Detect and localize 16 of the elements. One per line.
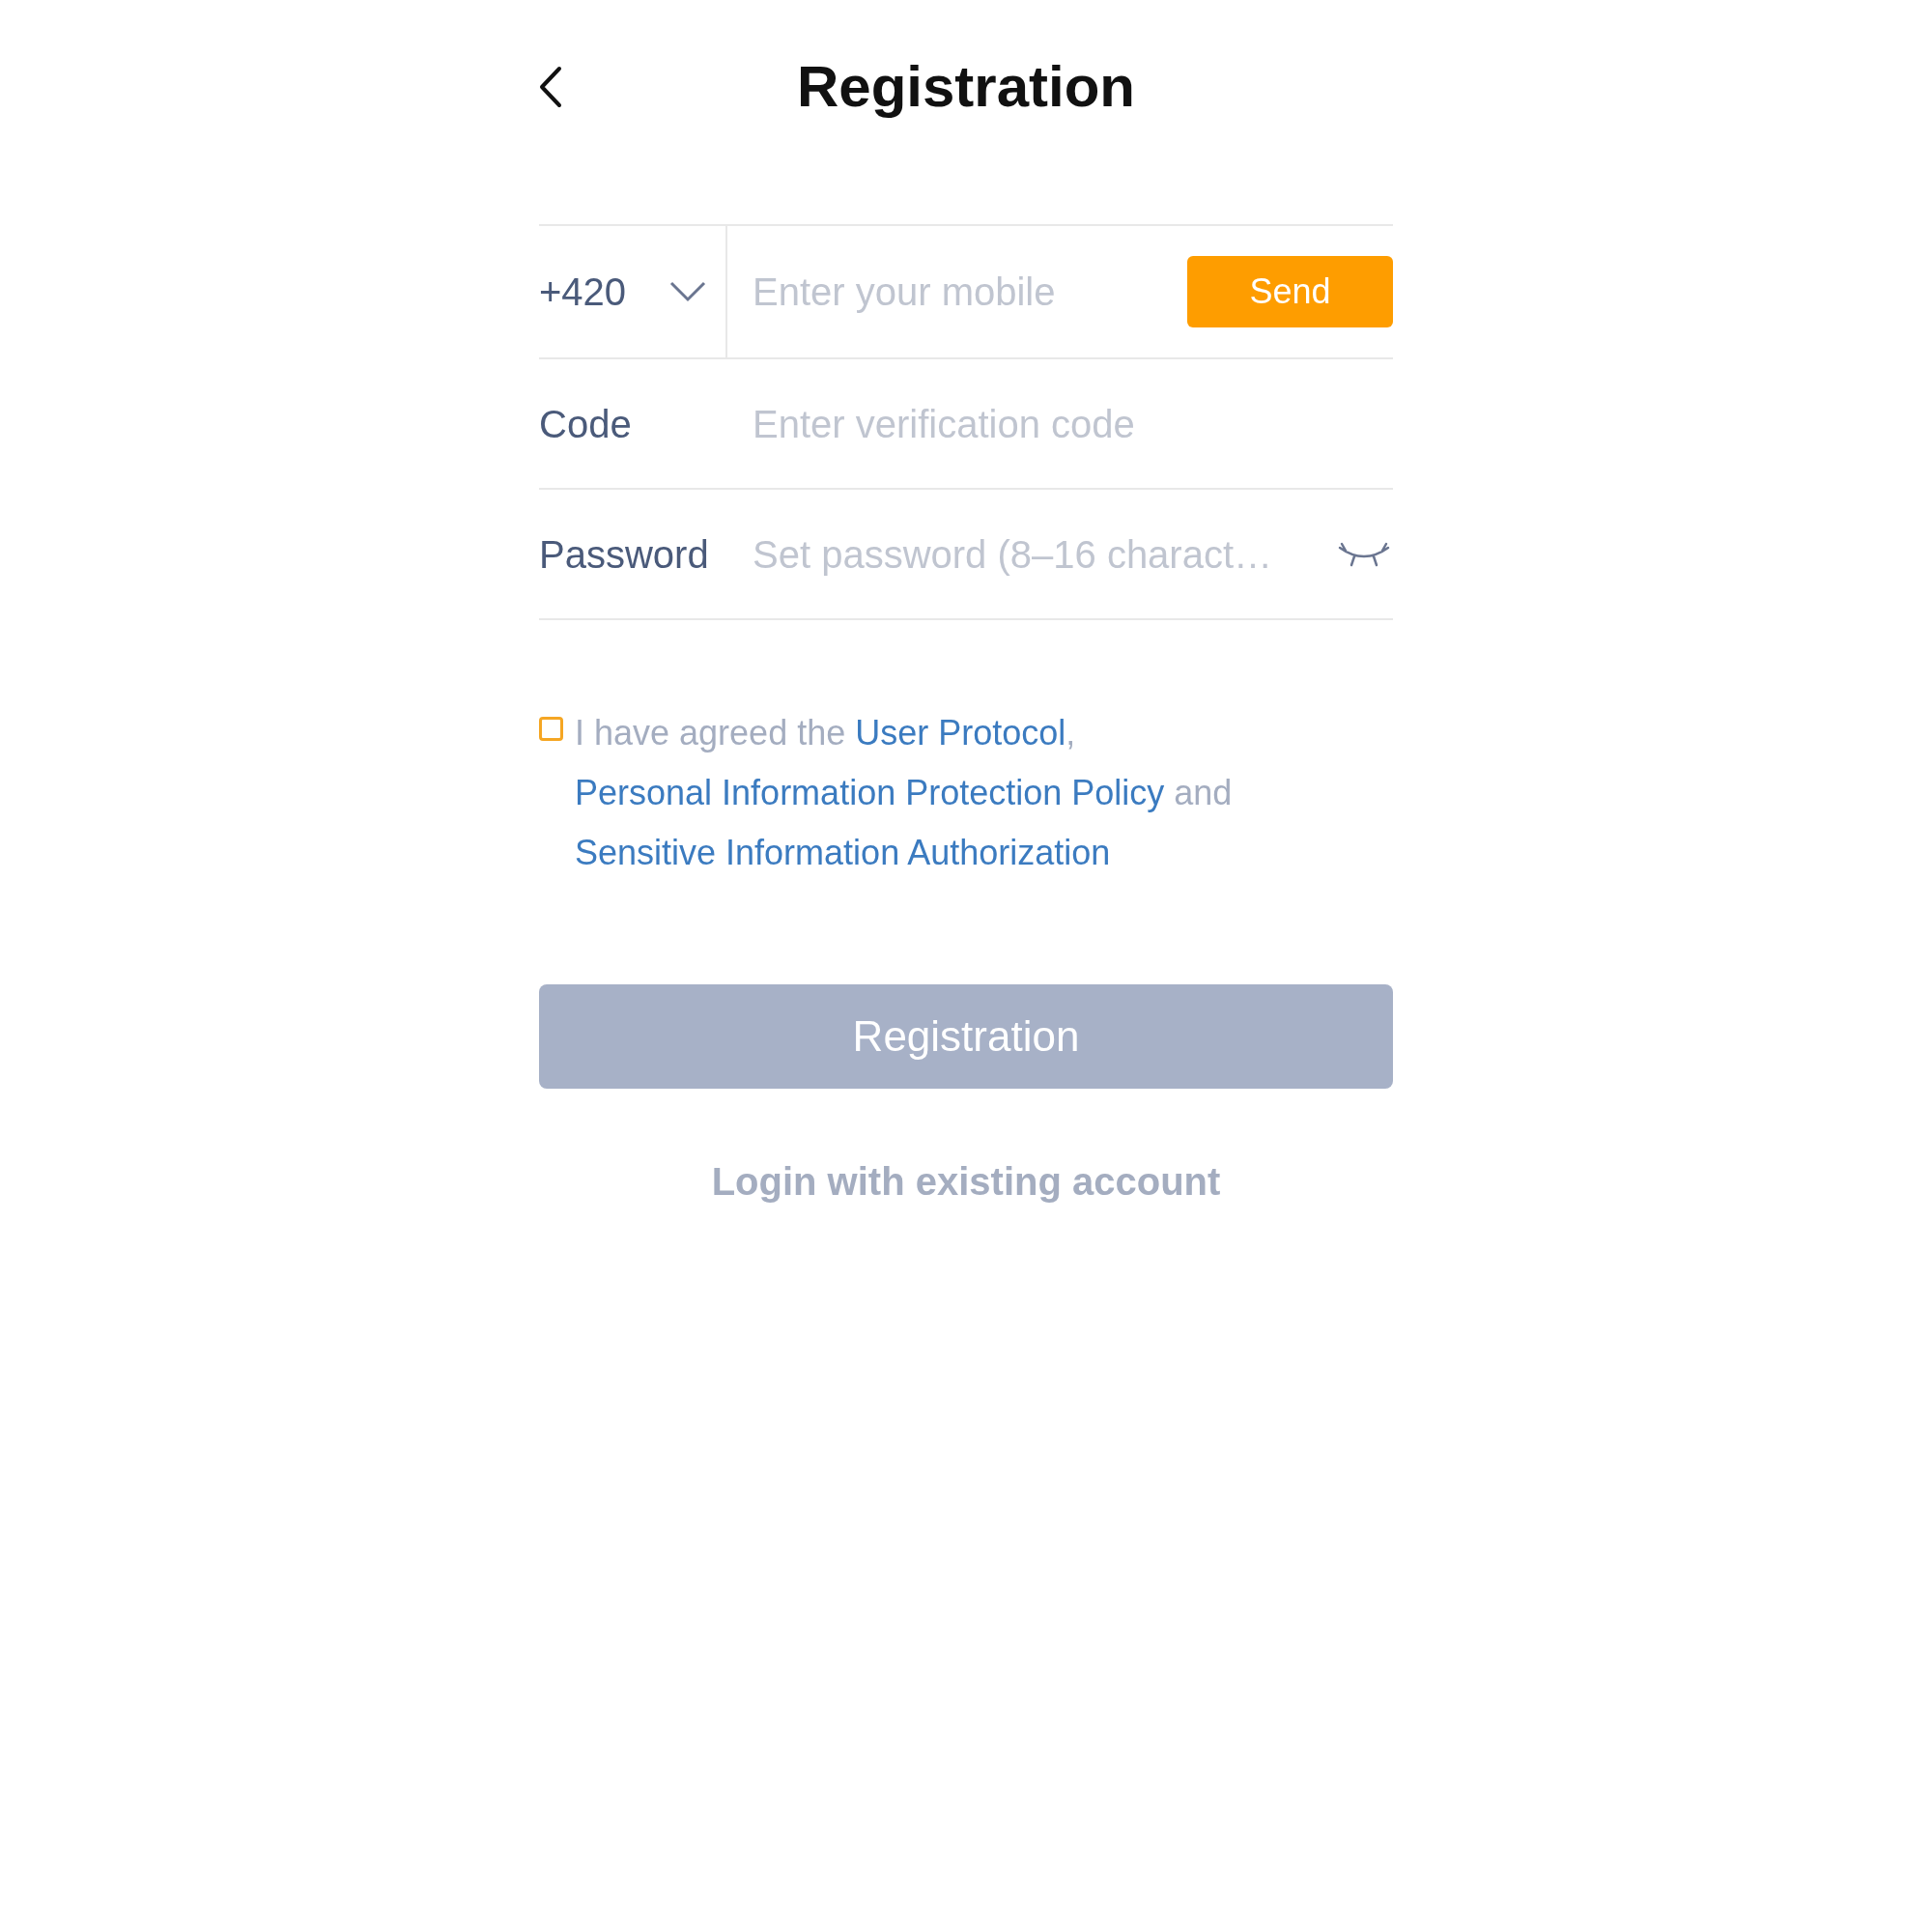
password-label: Password [539,531,710,578]
country-code-select[interactable]: +420 [539,226,727,357]
mobile-input[interactable]: Enter your mobile [753,263,1187,321]
agreement-text: I have agreed the User Protocol, Personal Information Protection Policy and Sensitive Information Authorization [575,712,1234,874]
password-input[interactable]: Set password (8–16 charact… [753,525,1325,583]
policy-link[interactable]: Personal Information Protection Policy [575,773,1165,812]
agree-checkbox[interactable] [539,717,563,741]
login-link[interactable]: Login with existing account [711,1152,1221,1210]
eye-closed-icon [1338,541,1390,567]
chevron-down-icon [669,281,706,302]
code-label: Code [539,401,633,447]
policy-link[interactable]: User Protocol [855,713,1066,753]
back-icon [539,66,562,108]
policy-link[interactable]: Sensitive Information Authorization [575,833,1111,872]
page-title: Registration [796,53,1135,121]
code-input[interactable]: Enter verification code [753,394,1393,453]
